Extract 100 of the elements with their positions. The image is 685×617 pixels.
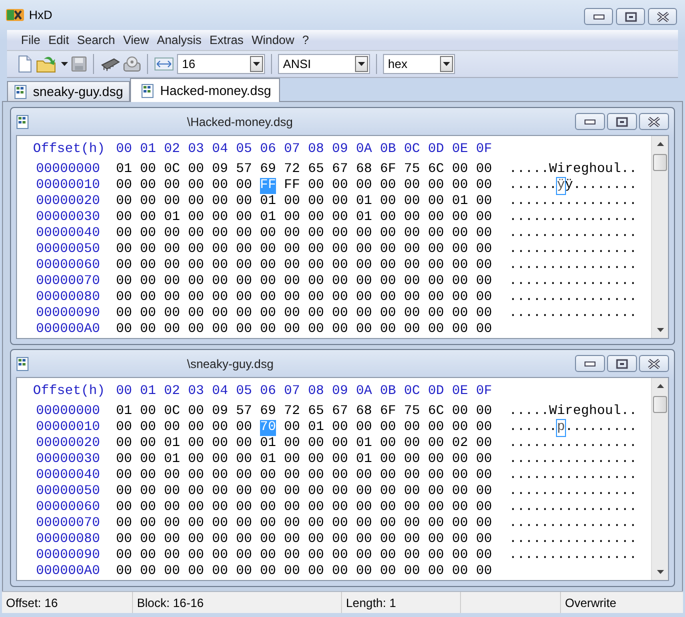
hex-byte[interactable]: 00 [164, 274, 180, 290]
hex-byte[interactable]: 00 [188, 226, 204, 242]
hex-byte[interactable]: 00 [284, 242, 300, 258]
maximize-button[interactable] [616, 8, 645, 25]
hex-byte[interactable]: 00 [404, 210, 420, 226]
hex-byte[interactable]: 6C [428, 162, 444, 178]
hex-byte[interactable]: 00 [308, 452, 324, 468]
hex-byte[interactable]: 00 [188, 242, 204, 258]
hex-byte[interactable]: 00 [308, 564, 324, 580]
hex-byte[interactable]: 00 [116, 468, 132, 484]
hex-byte[interactable]: 00 [380, 194, 396, 210]
hex-byte[interactable]: 00 [140, 468, 156, 484]
hex-byte[interactable]: 00 [476, 258, 492, 274]
hex-byte[interactable]: 00 [380, 452, 396, 468]
hex-byte[interactable]: 00 [452, 468, 468, 484]
hex-byte[interactable]: 00 [188, 274, 204, 290]
hex-byte[interactable]: 00 [476, 274, 492, 290]
hex-byte[interactable]: 00 [380, 548, 396, 564]
new-file-icon[interactable] [17, 55, 33, 74]
charset-combo[interactable]: ANSI [278, 54, 370, 74]
hex-byte[interactable]: 00 [212, 516, 228, 532]
hex-byte[interactable]: 00 [404, 306, 420, 322]
hex-byte[interactable]: 00 [284, 532, 300, 548]
hex-byte[interactable]: 00 [452, 242, 468, 258]
hex-byte[interactable]: 00 [332, 484, 348, 500]
hex-byte[interactable]: 00 [476, 194, 492, 210]
hex-byte[interactable]: 00 [284, 194, 300, 210]
hex-byte[interactable]: 00 [260, 468, 276, 484]
hex-byte[interactable]: 00 [212, 274, 228, 290]
hex-byte[interactable]: 57 [236, 162, 252, 178]
hex-byte[interactable]: 00 [140, 322, 156, 338]
hex-byte[interactable]: 00 [404, 500, 420, 516]
hex-byte[interactable]: 00 [308, 322, 324, 338]
maximize-button[interactable] [607, 113, 637, 130]
hex-byte[interactable]: 00 [308, 436, 324, 452]
hex-byte[interactable]: 00 [116, 532, 132, 548]
hex-byte[interactable]: 00 [188, 548, 204, 564]
hex-byte[interactable]: 00 [428, 290, 444, 306]
hex-byte[interactable]: 00 [260, 274, 276, 290]
hex-byte[interactable]: 00 [140, 178, 156, 194]
hex-byte[interactable]: 00 [116, 484, 132, 500]
hex-byte[interactable]: 00 [428, 322, 444, 338]
hex-byte[interactable]: 6F [380, 404, 396, 420]
hex-byte[interactable]: 00 [332, 532, 348, 548]
hex-byte[interactable]: 00 [428, 274, 444, 290]
hex-byte[interactable]: 00 [380, 532, 396, 548]
hex-byte[interactable]: 00 [452, 306, 468, 322]
hex-byte[interactable]: 00 [140, 548, 156, 564]
hex-byte[interactable]: 00 [404, 484, 420, 500]
hex-byte[interactable]: 00 [404, 548, 420, 564]
hex-byte[interactable]: 00 [212, 532, 228, 548]
hex-byte[interactable]: 00 [356, 564, 372, 580]
hex-byte[interactable]: 00 [428, 178, 444, 194]
hex-byte[interactable]: 00 [188, 516, 204, 532]
hex-byte[interactable]: 00 [116, 436, 132, 452]
hex-byte[interactable]: 00 [332, 210, 348, 226]
hex-byte[interactable]: 00 [116, 194, 132, 210]
hex-byte[interactable]: 00 [380, 290, 396, 306]
hex-byte[interactable]: 00 [356, 258, 372, 274]
hex-byte[interactable]: 00 [212, 178, 228, 194]
scroll-down-icon[interactable] [656, 570, 664, 574]
hex-byte[interactable]: 00 [308, 484, 324, 500]
hex-byte[interactable]: 6F [380, 162, 396, 178]
menu-item[interactable]: ? [298, 31, 313, 50]
hex-byte[interactable]: 00 [476, 500, 492, 516]
hex-byte[interactable]: 75 [404, 404, 420, 420]
hex-byte[interactable]: 00 [332, 194, 348, 210]
hex-byte[interactable]: 00 [380, 484, 396, 500]
hex-byte[interactable]: 00 [308, 210, 324, 226]
hex-byte[interactable]: 00 [140, 290, 156, 306]
menu-item[interactable]: Analysis [152, 31, 206, 50]
disk-drive-icon[interactable] [123, 55, 141, 74]
minimize-button[interactable] [575, 113, 605, 130]
hex-byte[interactable]: 00 [212, 564, 228, 580]
hex-byte[interactable]: 00 [284, 548, 300, 564]
hex-byte[interactable]: 00 [140, 500, 156, 516]
hex-byte[interactable]: 00 [140, 564, 156, 580]
hex-byte[interactable]: 01 [452, 194, 468, 210]
hex-byte[interactable]: 00 [332, 516, 348, 532]
hex-byte[interactable]: 00 [332, 452, 348, 468]
scrollbar[interactable] [651, 136, 668, 338]
hex-byte[interactable]: 00 [140, 452, 156, 468]
hex-byte[interactable]: 00 [428, 258, 444, 274]
row-width-icon[interactable] [154, 57, 174, 72]
hex-byte[interactable]: 69 [260, 404, 276, 420]
minimize-button[interactable] [584, 8, 613, 25]
file-tab[interactable]: sneaky-guy.dsg [7, 81, 130, 102]
hex-byte[interactable]: 00 [188, 452, 204, 468]
hex-byte[interactable]: 00 [428, 436, 444, 452]
hex-byte[interactable]: 00 [356, 274, 372, 290]
hex-byte[interactable]: 01 [164, 452, 180, 468]
hex-byte[interactable]: 00 [428, 532, 444, 548]
hex-byte[interactable]: 57 [236, 404, 252, 420]
hex-byte[interactable]: 00 [236, 210, 252, 226]
hex-byte[interactable]: 00 [236, 194, 252, 210]
hex-byte[interactable]: 00 [236, 290, 252, 306]
hex-byte[interactable]: 72 [284, 162, 300, 178]
hex-byte[interactable]: 00 [116, 500, 132, 516]
hex-byte[interactable]: 00 [284, 258, 300, 274]
hex-byte[interactable]: 00 [212, 436, 228, 452]
